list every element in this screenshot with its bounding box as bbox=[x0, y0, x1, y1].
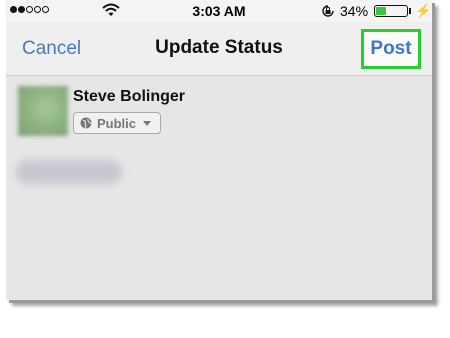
status-time: 3:03 AM bbox=[192, 3, 246, 19]
status-bar: 3:03 AM 34% ⚡ bbox=[6, 0, 432, 22]
battery-percent: 34% bbox=[340, 3, 369, 19]
battery-level-fill bbox=[376, 7, 386, 15]
audience-label: Public bbox=[97, 115, 137, 131]
phone-screen: 3:03 AM 34% ⚡ Cancel Update Status Post … bbox=[6, 0, 432, 300]
charging-bolt-icon: ⚡ bbox=[415, 3, 432, 18]
status-text-blurred bbox=[16, 160, 122, 184]
audience-selector[interactable]: Public bbox=[73, 112, 161, 134]
post-button[interactable]: Post bbox=[361, 29, 421, 69]
globe-icon bbox=[80, 117, 92, 129]
avatar bbox=[18, 86, 68, 136]
caret-down-icon bbox=[143, 120, 152, 126]
rotation-lock-icon bbox=[322, 5, 334, 17]
composer-area[interactable]: Steve Bolinger Public bbox=[6, 76, 432, 300]
navigation-bar: Cancel Update Status Post bbox=[6, 22, 432, 76]
battery-cap bbox=[409, 8, 411, 14]
battery-icon bbox=[374, 5, 408, 17]
user-name: Steve Bolinger bbox=[73, 88, 186, 105]
